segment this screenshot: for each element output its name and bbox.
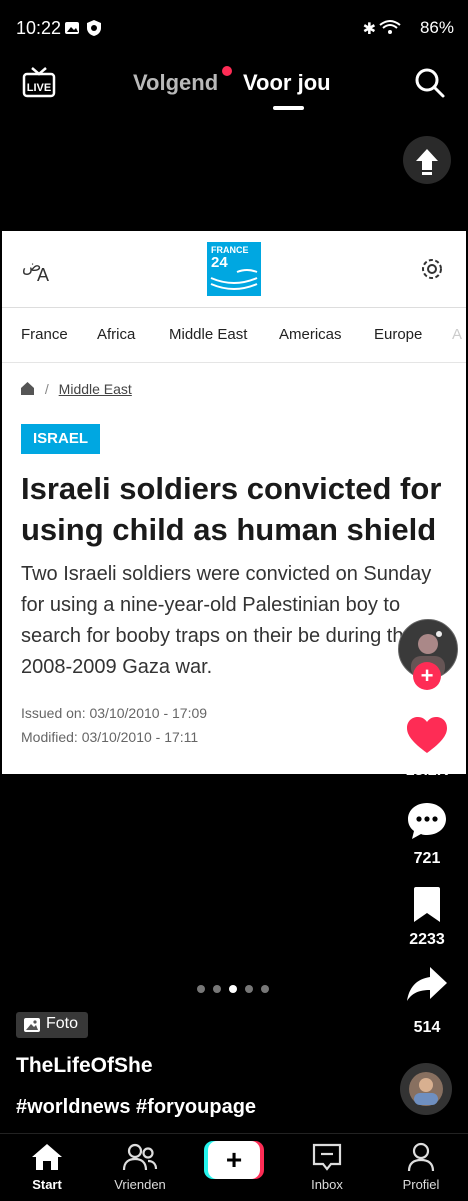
save-count: 2233 — [409, 931, 445, 948]
battery-level: 86% — [419, 18, 454, 37]
home-icon[interactable] — [20, 381, 35, 399]
nav-item-europe[interactable]: Europe — [374, 326, 422, 343]
search-icon[interactable] — [413, 66, 447, 105]
breadcrumb-separator: / — [44, 381, 49, 397]
like-count: 13.2K — [405, 762, 449, 779]
arrow-up-icon — [416, 149, 438, 175]
nav-start-label: Start — [32, 1177, 62, 1192]
live-label: LIVE — [27, 82, 51, 94]
tab-for-you[interactable]: Voor jou — [243, 70, 331, 96]
carousel-dot-active[interactable] — [229, 985, 237, 993]
nav-inbox[interactable]: Inbox — [287, 1142, 367, 1192]
nav-item-africa[interactable]: Africa — [97, 326, 135, 343]
nav-item-americas[interactable]: Americas — [279, 326, 342, 343]
article-section-nav: France Africa Middle East Americas Europ… — [2, 308, 466, 363]
follow-button[interactable]: + — [413, 662, 441, 690]
article-screenshot: ض A FRANCE 24 France Africa Middle East … — [2, 231, 466, 774]
svg-text:A: A — [37, 265, 49, 285]
active-tab-indicator — [273, 106, 304, 110]
photo-chip: Foto — [16, 1012, 88, 1038]
nav-friends[interactable]: Vrienden — [100, 1142, 180, 1192]
like-heart-icon[interactable] — [406, 716, 448, 761]
nav-item-france[interactable]: France — [21, 326, 68, 343]
image-icon — [23, 1017, 41, 1038]
article-header: ض A FRANCE 24 — [2, 231, 466, 308]
breadcrumb: / Middle East — [20, 381, 132, 399]
wifi-signal-icon — [378, 19, 402, 40]
comment-bubble-icon[interactable] — [406, 800, 448, 847]
create-button[interactable]: + — [204, 1141, 264, 1179]
issued-date: Issued on: 03/10/2010 - 17:09 — [21, 705, 208, 721]
nav-start[interactable]: Start — [7, 1142, 87, 1192]
create-plus-label: + — [208, 1141, 260, 1179]
article-headline: Israeli soldiers convicted for using chi… — [21, 471, 442, 547]
category-tag[interactable]: ISRAEL — [21, 424, 100, 454]
scroll-up-button[interactable] — [403, 136, 451, 184]
share-arrow-icon[interactable] — [406, 966, 448, 1007]
notification-dot — [222, 66, 232, 76]
profile-icon — [407, 1142, 435, 1172]
sound-disc[interactable] — [400, 1063, 452, 1115]
carousel-dot[interactable] — [261, 985, 269, 993]
nav-friends-label: Vrienden — [114, 1177, 166, 1192]
bottom-navigation: Start Vrienden + Inbox Profiel — [0, 1133, 468, 1201]
nav-profile[interactable]: Profiel — [381, 1142, 461, 1192]
post-caption[interactable]: #worldnews #foryoupage — [16, 1096, 256, 1119]
nav-inbox-label: Inbox — [311, 1177, 343, 1192]
share-count: 514 — [413, 1019, 441, 1036]
status-time: 10:22 — [16, 18, 62, 38]
friends-icon — [122, 1143, 158, 1171]
carousel-dot[interactable] — [245, 985, 253, 993]
france24-logo[interactable]: FRANCE 24 — [207, 242, 261, 296]
bluetooth-icon: ✱ — [362, 21, 376, 38]
live-button[interactable]: LIVE — [22, 66, 56, 103]
inbox-icon — [312, 1143, 342, 1171]
bookmark-icon[interactable] — [411, 886, 443, 929]
modified-date: Modified: 03/10/2010 - 17:11 — [21, 729, 199, 745]
home-icon — [32, 1144, 62, 1170]
tab-following[interactable]: Volgend — [133, 70, 218, 96]
carousel-dot[interactable] — [213, 985, 221, 993]
carousel-dot[interactable] — [197, 985, 205, 993]
post-username[interactable]: TheLifeOfShe — [16, 1054, 153, 1078]
article-lead: Two Israeli soldiers were convicted on S… — [21, 563, 432, 678]
settings-gear-icon[interactable] — [418, 255, 446, 288]
photo-chip-label: Foto — [46, 1015, 79, 1032]
comment-count: 721 — [413, 850, 441, 867]
breadcrumb-link-middle-east[interactable]: Middle East — [59, 381, 132, 397]
gallery-status-icon — [64, 20, 80, 41]
nav-profile-label: Profiel — [402, 1177, 440, 1192]
translate-icon[interactable]: ض A — [20, 255, 58, 290]
nav-item-middle-east[interactable]: Middle East — [169, 326, 247, 343]
nav-item-overflow[interactable]: A — [452, 326, 462, 343]
shield-status-icon — [86, 19, 102, 42]
